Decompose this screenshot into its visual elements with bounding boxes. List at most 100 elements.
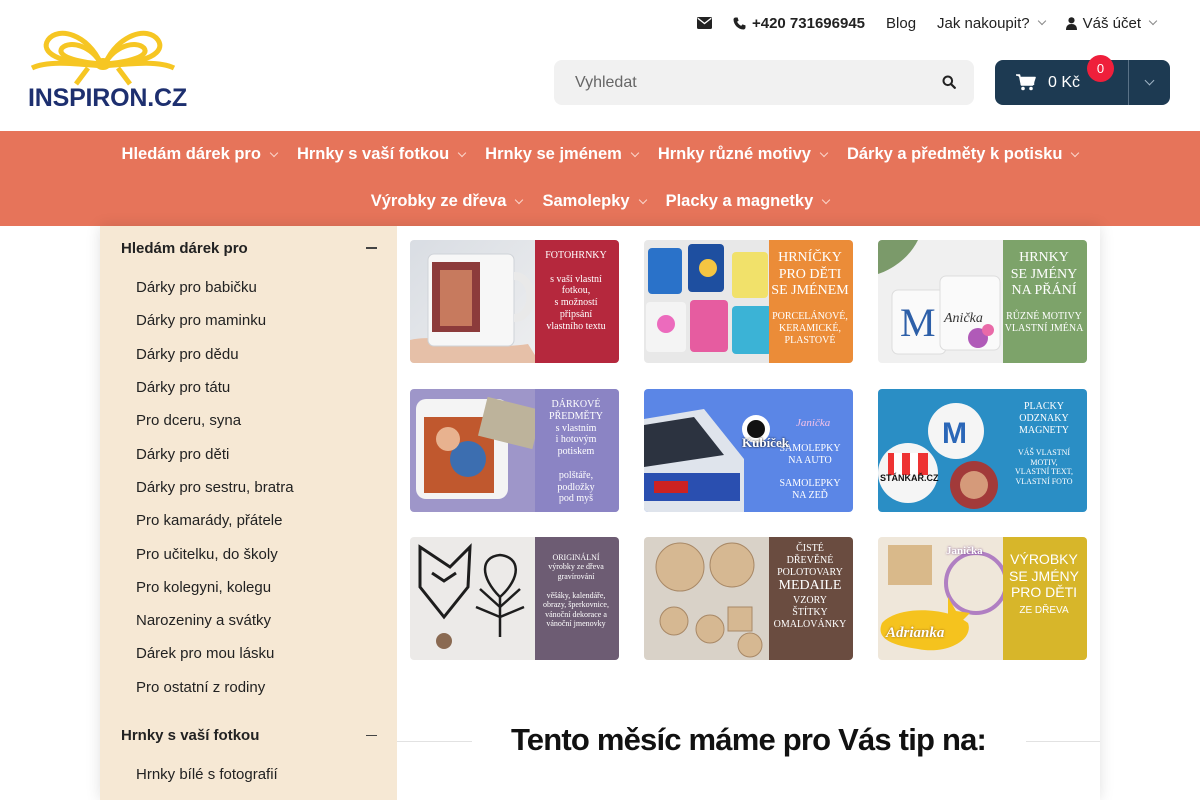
- nav-label: Hrnky s vaší fotkou: [296, 145, 450, 163]
- chevron-down-icon: [1148, 16, 1158, 26]
- search-icon[interactable]: [942, 75, 956, 89]
- banner-line: PORCELÁNOVÉ,: [772, 311, 848, 323]
- collapse-icon[interactable]: [366, 247, 377, 249]
- banner-wood-products[interactable]: ORIGINÁLNÍ výrobky ze dřeva gravírování …: [410, 537, 619, 660]
- banner-wooden-blanks[interactable]: ČISTÉ DŘEVĚNÉ POLOTOVARY MEDAILE VZORY Š…: [644, 537, 853, 660]
- nav-item-name-mugs[interactable]: Hrnky se jménem: [485, 145, 640, 164]
- chevron-down-icon: [630, 148, 640, 157]
- search-input[interactable]: [554, 60, 914, 105]
- cart-dropdown-toggle[interactable]: [1129, 60, 1170, 105]
- sidebar-item[interactable]: Pro dceru, syna: [100, 404, 397, 437]
- banner-line: ODZNAKY: [1019, 412, 1069, 424]
- wood-name-adrianka: Adrianka: [886, 625, 945, 641]
- sidebar-section-gift-for[interactable]: Hledám dárek pro: [100, 226, 397, 270]
- search-box: [554, 60, 974, 105]
- printed-gifts-image: [416, 396, 540, 499]
- banner-text: FOTOHRNKY s vaší vlastní fotkou, s možno…: [536, 250, 616, 333]
- cart-button[interactable]: 0 Kč: [995, 60, 1170, 105]
- banner-name-mugs[interactable]: M Anička HRNKY SE JMÉNY NA PŘÁNÍ RŮZNÉ M…: [878, 240, 1087, 363]
- chevron-down-icon: [1071, 148, 1080, 157]
- banner-line: KERAMICKÉ,: [779, 323, 841, 335]
- how-to-buy-menu[interactable]: Jak nakoupit?: [937, 15, 1046, 32]
- content-area: FOTOHRNKY s vaší vlastní fotkou, s možno…: [397, 226, 1100, 800]
- banner-line: DÁRKOVÉ: [551, 399, 601, 410]
- sidebar-item[interactable]: Pro učitelku, do školy: [100, 537, 397, 570]
- banner-line: [536, 581, 616, 590]
- banner-line: potiskem: [557, 446, 595, 458]
- sidebar-item[interactable]: Pro kamarády, přátele: [100, 504, 397, 537]
- banner-stickers[interactable]: SAMOLEPKY NA AUTO SAMOLEPKY NA ZEĎ Kubíč…: [644, 389, 853, 512]
- site-logo[interactable]: INSPIRON.CZ: [28, 28, 187, 112]
- monthly-tip-heading: Tento měsíc máme pro Vás tip na:: [510, 722, 987, 757]
- phone-icon: [733, 17, 746, 29]
- banner-line: připsání: [559, 308, 593, 320]
- banner-line: [1004, 436, 1084, 448]
- shopping-cart-icon: [1016, 74, 1036, 91]
- email-link[interactable]: [696, 17, 712, 29]
- user-icon: [1065, 16, 1077, 30]
- banner-line: VLASTNÍ FOTO: [1015, 476, 1073, 486]
- account-menu[interactable]: Váš účet: [1065, 15, 1158, 32]
- banner-line: DŘEVĚNÉ: [786, 554, 834, 566]
- sidebar-item[interactable]: Pro ostatní z rodiny: [100, 671, 397, 704]
- phone-link[interactable]: +420 731696945: [733, 15, 865, 32]
- banner-kids-mugs[interactable]: HRNÍČKY PRO DĚTI SE JMÉNEM PORCELÁNOVÉ, …: [644, 240, 853, 363]
- nav-label: Dárky a předměty k potisku: [846, 145, 1063, 163]
- banner-line: [1004, 300, 1084, 312]
- nav-item-badges-magnets[interactable]: Placky a magnetky: [666, 192, 831, 211]
- sidebar-item[interactable]: Hrnky bílé s fotografií: [100, 758, 397, 791]
- nav-item-gift-for[interactable]: Hledám dárek pro: [122, 145, 279, 164]
- sidebar-item[interactable]: Dárky pro tátu: [100, 371, 397, 404]
- sidebar-item[interactable]: Dárky pro děti: [100, 437, 397, 470]
- banner-line: ZE DŘEVA: [1019, 604, 1069, 616]
- nav-item-motif-mugs[interactable]: Hrnky různé motivy: [657, 145, 829, 164]
- banner-badges-magnets[interactable]: M PLACKY ODZNAKY MAGNETY VÁŠ VLASTNÍ MOT…: [878, 389, 1087, 512]
- kids-mugs-image: [646, 244, 772, 354]
- banner-line: SE JMÉNY: [1010, 266, 1078, 282]
- banner-text: SAMOLEPKY NA AUTO SAMOLEPKY NA ZEĎ: [770, 443, 850, 502]
- cart-price: 0 Kč: [1048, 73, 1081, 91]
- sidebar-item[interactable]: Hrnky barevné s fotografií: [100, 791, 397, 800]
- banner-text: DÁRKOVÉ PŘEDMĚTY s vlastním i hotovým po…: [536, 399, 616, 505]
- phone-number: +420 731696945: [751, 14, 866, 32]
- nav-label: Hrnky různé motivy: [657, 145, 811, 163]
- svg-text:Anička: Anička: [943, 311, 983, 326]
- badge-text-stankar: STÁNKAŘ.CZ: [880, 473, 939, 483]
- wooden-blanks-image: [655, 542, 763, 658]
- nav-item-photo-mugs[interactable]: Hrnky s vaší fotkou: [296, 145, 467, 164]
- sidebar-item[interactable]: Dárky pro dědu: [100, 338, 397, 371]
- sidebar-item[interactable]: Dárky pro sestru, bratra: [100, 471, 397, 504]
- sidebar-item[interactable]: Pro kolegyni, kolegu: [100, 571, 397, 604]
- banner-line: NA PŘÁNÍ: [1011, 283, 1077, 299]
- badges-image: M: [878, 403, 998, 509]
- chevron-down-icon: [1144, 75, 1155, 86]
- banner-line: PRO DĚTI: [778, 266, 842, 282]
- banner-line: vánoční dekorace a: [545, 609, 607, 619]
- nav-item-print-gifts[interactable]: Dárky a předměty k potisku: [846, 145, 1080, 164]
- sticker-name-kubicek: Kubíček: [742, 435, 789, 450]
- blog-label: Blog: [886, 14, 917, 32]
- collapse-icon[interactable]: [366, 734, 377, 737]
- banner-line: věšáky, kalendáře,: [546, 590, 606, 600]
- banner-line: SE JMÉNY: [1008, 567, 1079, 584]
- banner-line: MAGNETY: [1019, 424, 1069, 436]
- main-area: Hledám dárek pro Dárky pro babičku Dárky…: [100, 226, 1100, 800]
- sidebar-item[interactable]: Narozeniny a svátky: [100, 604, 397, 637]
- envelope-icon: [696, 17, 712, 29]
- banner-line: vánoční jmenovky: [546, 619, 606, 629]
- sidebar-item[interactable]: Dárky pro babičku: [100, 271, 397, 304]
- banner-kids-name-wood[interactable]: VÝROBKY SE JMÉNY PRO DĚTI ZE DŘEVA Janič…: [878, 537, 1087, 660]
- nav-item-stickers[interactable]: Samolepky: [542, 192, 647, 211]
- banner-line: PLACKY: [1023, 401, 1064, 412]
- blog-link[interactable]: Blog: [886, 15, 916, 32]
- sidebar-item[interactable]: Dárek pro mou lásku: [100, 637, 397, 670]
- sticker-name-janicka: Janička: [796, 417, 831, 429]
- nav-item-wood-products[interactable]: Výrobky ze dřeva: [371, 192, 524, 211]
- banner-line: HRNÍČKY: [778, 250, 842, 265]
- name-mugs-image: M Anička: [878, 240, 1001, 355]
- sidebar-item[interactable]: Dárky pro maminku: [100, 304, 397, 337]
- sidebar-section-photo-mugs[interactable]: Hrnky s vaší fotkou: [100, 713, 397, 757]
- banner-printed-gifts[interactable]: DÁRKOVÉ PŘEDMĚTY s vlastním i hotovým po…: [410, 389, 619, 512]
- top-bar: +420 731696945 Blog Jak nakoupit? Váš úč…: [676, 12, 1158, 34]
- banner-photo-mugs[interactable]: FOTOHRNKY s vaší vlastní fotkou, s možno…: [410, 240, 619, 363]
